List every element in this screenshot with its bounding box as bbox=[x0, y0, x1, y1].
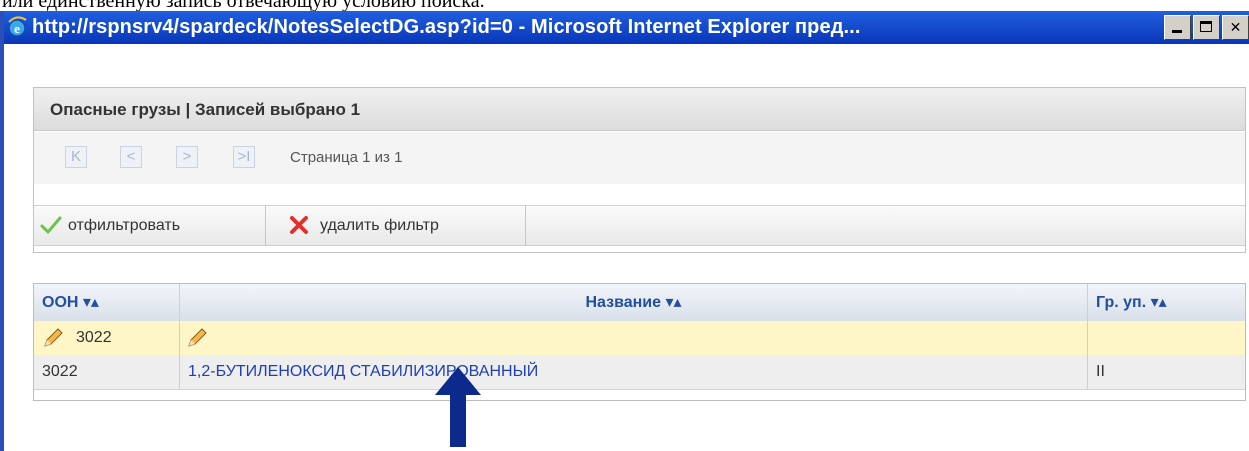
filter-cell-packing-group[interactable] bbox=[1088, 321, 1245, 355]
browser-popup-window: e http://rspnsrv4/spardeck/NotesSelectDG… bbox=[0, 11, 1249, 451]
column-header-un[interactable]: ООН ▾▴ bbox=[34, 284, 180, 321]
minimize-icon bbox=[1172, 30, 1182, 33]
filter-cell-name[interactable] bbox=[180, 321, 1088, 355]
first-page-button[interactable]: K bbox=[65, 146, 87, 168]
results-grid: ООН ▾▴ Название ▾▴ Гр. уп. ▾▴ 3022 3022 … bbox=[33, 283, 1246, 401]
filter-cell-un[interactable]: 3022 bbox=[34, 321, 180, 355]
filter-value-un: 3022 bbox=[76, 329, 112, 346]
internet-explorer-icon: e bbox=[8, 16, 27, 37]
apply-filter-button[interactable]: отфильтровать bbox=[34, 206, 266, 245]
table-row[interactable]: 3022 1,2-БУТИЛЕНОКСИД СТАБИЛИЗИРОВАННЫЙ … bbox=[34, 355, 1245, 390]
column-header-name[interactable]: Название ▾▴ bbox=[180, 284, 1088, 321]
next-page-icon: > bbox=[182, 148, 192, 165]
pager: K < > >I Страница 1 из 1 bbox=[34, 132, 1245, 184]
prev-page-button[interactable]: < bbox=[120, 146, 142, 168]
maximize-icon bbox=[1200, 21, 1212, 32]
grid-header-row: ООН ▾▴ Название ▾▴ Гр. уп. ▾▴ bbox=[34, 284, 1245, 322]
next-page-button[interactable]: > bbox=[176, 146, 198, 168]
record-name-link[interactable]: 1,2-БУТИЛЕНОКСИД СТАБИЛИЗИРОВАННЫЙ bbox=[188, 355, 538, 389]
last-page-button[interactable]: >I bbox=[233, 146, 255, 168]
panel-title: Опасные грузы | Записей выбрано 1 bbox=[34, 88, 1245, 131]
pencil-icon[interactable] bbox=[42, 327, 64, 349]
first-page-icon: K bbox=[70, 148, 81, 165]
search-results-panel: Опасные грузы | Записей выбрано 1 K < > … bbox=[33, 87, 1246, 253]
apply-filter-label: отфильтровать bbox=[68, 217, 181, 234]
column-header-packing-group[interactable]: Гр. уп. ▾▴ bbox=[1088, 284, 1245, 321]
minimize-button[interactable] bbox=[1164, 15, 1191, 40]
checkmark-icon bbox=[40, 216, 62, 234]
cell-un-number: 3022 bbox=[34, 355, 180, 389]
pointer-arrow-icon bbox=[435, 367, 481, 447]
last-page-icon: >I bbox=[237, 148, 251, 165]
prev-page-icon: < bbox=[126, 148, 136, 165]
cell-name: 1,2-БУТИЛЕНОКСИД СТАБИЛИЗИРОВАННЫЙ bbox=[180, 355, 1088, 389]
window-title: http://rspnsrv4/spardeck/NotesSelectDG.a… bbox=[32, 16, 861, 38]
pencil-icon[interactable] bbox=[186, 327, 208, 349]
grid-filter-row: 3022 bbox=[34, 321, 1245, 356]
clear-filter-button[interactable]: удалить фильтр bbox=[266, 206, 526, 245]
filter-toolbar: отфильтровать удалить фильтр bbox=[34, 205, 1245, 246]
maximize-button[interactable] bbox=[1193, 15, 1220, 40]
clear-filter-label: удалить фильтр bbox=[320, 217, 439, 234]
svg-text:e: e bbox=[14, 21, 20, 36]
close-button[interactable]: ✕ bbox=[1222, 15, 1249, 40]
title-bar[interactable]: e http://rspnsrv4/spardeck/NotesSelectDG… bbox=[4, 11, 1249, 44]
packing-group-value: II bbox=[1096, 363, 1105, 380]
cell-packing-group: II bbox=[1088, 355, 1245, 389]
page-indicator: Страница 1 из 1 bbox=[290, 149, 403, 166]
delete-x-icon bbox=[290, 216, 308, 234]
close-icon: ✕ bbox=[1229, 19, 1242, 35]
